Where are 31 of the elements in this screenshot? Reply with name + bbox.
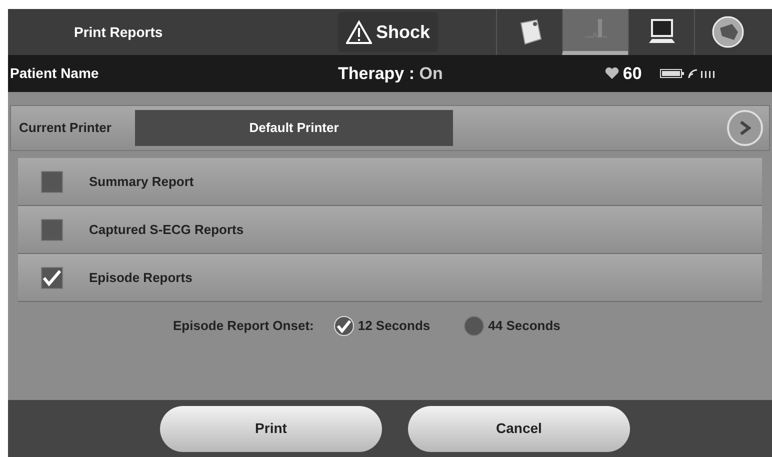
heart-icon: [604, 67, 619, 80]
report-label: Episode Reports: [89, 268, 192, 287]
chevron-icon: [739, 121, 751, 135]
signal-icon: [688, 68, 716, 78]
checkbox[interactable]: [41, 170, 63, 192]
check-icon: [336, 319, 352, 333]
screen-title: Print Reports: [73, 22, 164, 42]
alarm-tab[interactable]: Shock: [338, 12, 438, 52]
action-button[interactable]: Print: [160, 406, 382, 452]
warning-icon: [346, 20, 372, 44]
heart-rate: 60: [622, 62, 642, 85]
checkbox[interactable]: [41, 266, 63, 288]
next-button[interactable]: [727, 110, 763, 146]
patient-name: Patient Name: [9, 64, 100, 83]
printer-field[interactable]: Default Printer: [135, 110, 453, 146]
checkbox[interactable]: [41, 218, 63, 240]
report-row[interactable]: Summary Report: [18, 158, 762, 206]
printer-label: Current Printer: [19, 119, 112, 138]
report-label: Captured S-ECG Reports: [89, 220, 244, 239]
option-label: 12 Seconds: [358, 317, 430, 336]
action-button[interactable]: Cancel: [408, 406, 630, 452]
report-label: Summary Report: [89, 172, 194, 191]
option-label: 44 Seconds: [488, 317, 560, 336]
onset-label: Episode Report Onset:: [173, 317, 314, 336]
report-row[interactable]: Episode Reports: [18, 254, 762, 302]
alarm-label: Shock: [376, 20, 430, 44]
report-row[interactable]: Captured S-ECG Reports: [18, 206, 762, 254]
radio-button[interactable]: [464, 316, 484, 336]
check-icon: [42, 268, 62, 286]
therapy-status: Therapy : On: [338, 62, 443, 85]
battery-icon: [660, 69, 684, 78]
